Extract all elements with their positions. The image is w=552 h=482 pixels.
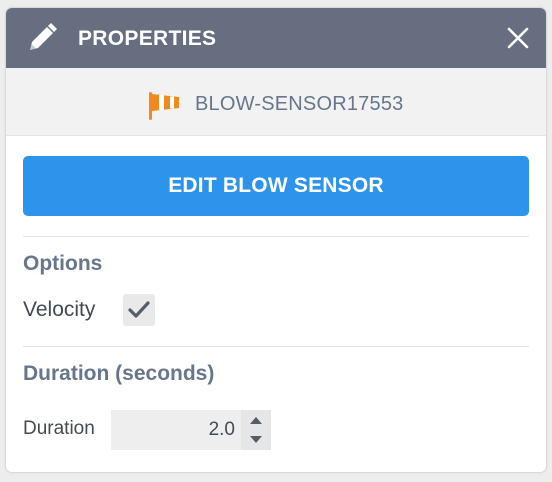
checkmark-icon xyxy=(128,301,150,318)
duration-label: Duration xyxy=(23,418,95,439)
windsock-icon xyxy=(149,92,179,120)
chevron-down-icon[interactable] xyxy=(241,430,271,450)
duration-title: Duration (seconds) xyxy=(23,362,215,385)
options-title: Options xyxy=(23,252,103,275)
sensor-name: BLOW-SENSOR17553 xyxy=(195,93,404,115)
panel-title: PROPERTIES xyxy=(78,27,217,50)
divider xyxy=(23,346,529,347)
duration-input[interactable] xyxy=(111,410,241,450)
velocity-label: Velocity xyxy=(23,298,96,321)
divider xyxy=(23,236,529,237)
chevron-up-icon[interactable] xyxy=(241,410,271,430)
velocity-checkbox[interactable] xyxy=(123,294,155,326)
duration-stepper[interactable] xyxy=(241,410,271,450)
pencil-icon xyxy=(30,23,57,50)
panel-header: PROPERTIES xyxy=(6,8,546,68)
sensor-info: BLOW-SENSOR17553 xyxy=(6,68,546,136)
properties-panel: PROPERTIES BLOW-SENSOR17553 EDIT BLOW SE… xyxy=(6,8,546,472)
close-icon[interactable] xyxy=(506,26,530,50)
edit-blow-sensor-button[interactable]: EDIT BLOW SENSOR xyxy=(23,156,529,216)
